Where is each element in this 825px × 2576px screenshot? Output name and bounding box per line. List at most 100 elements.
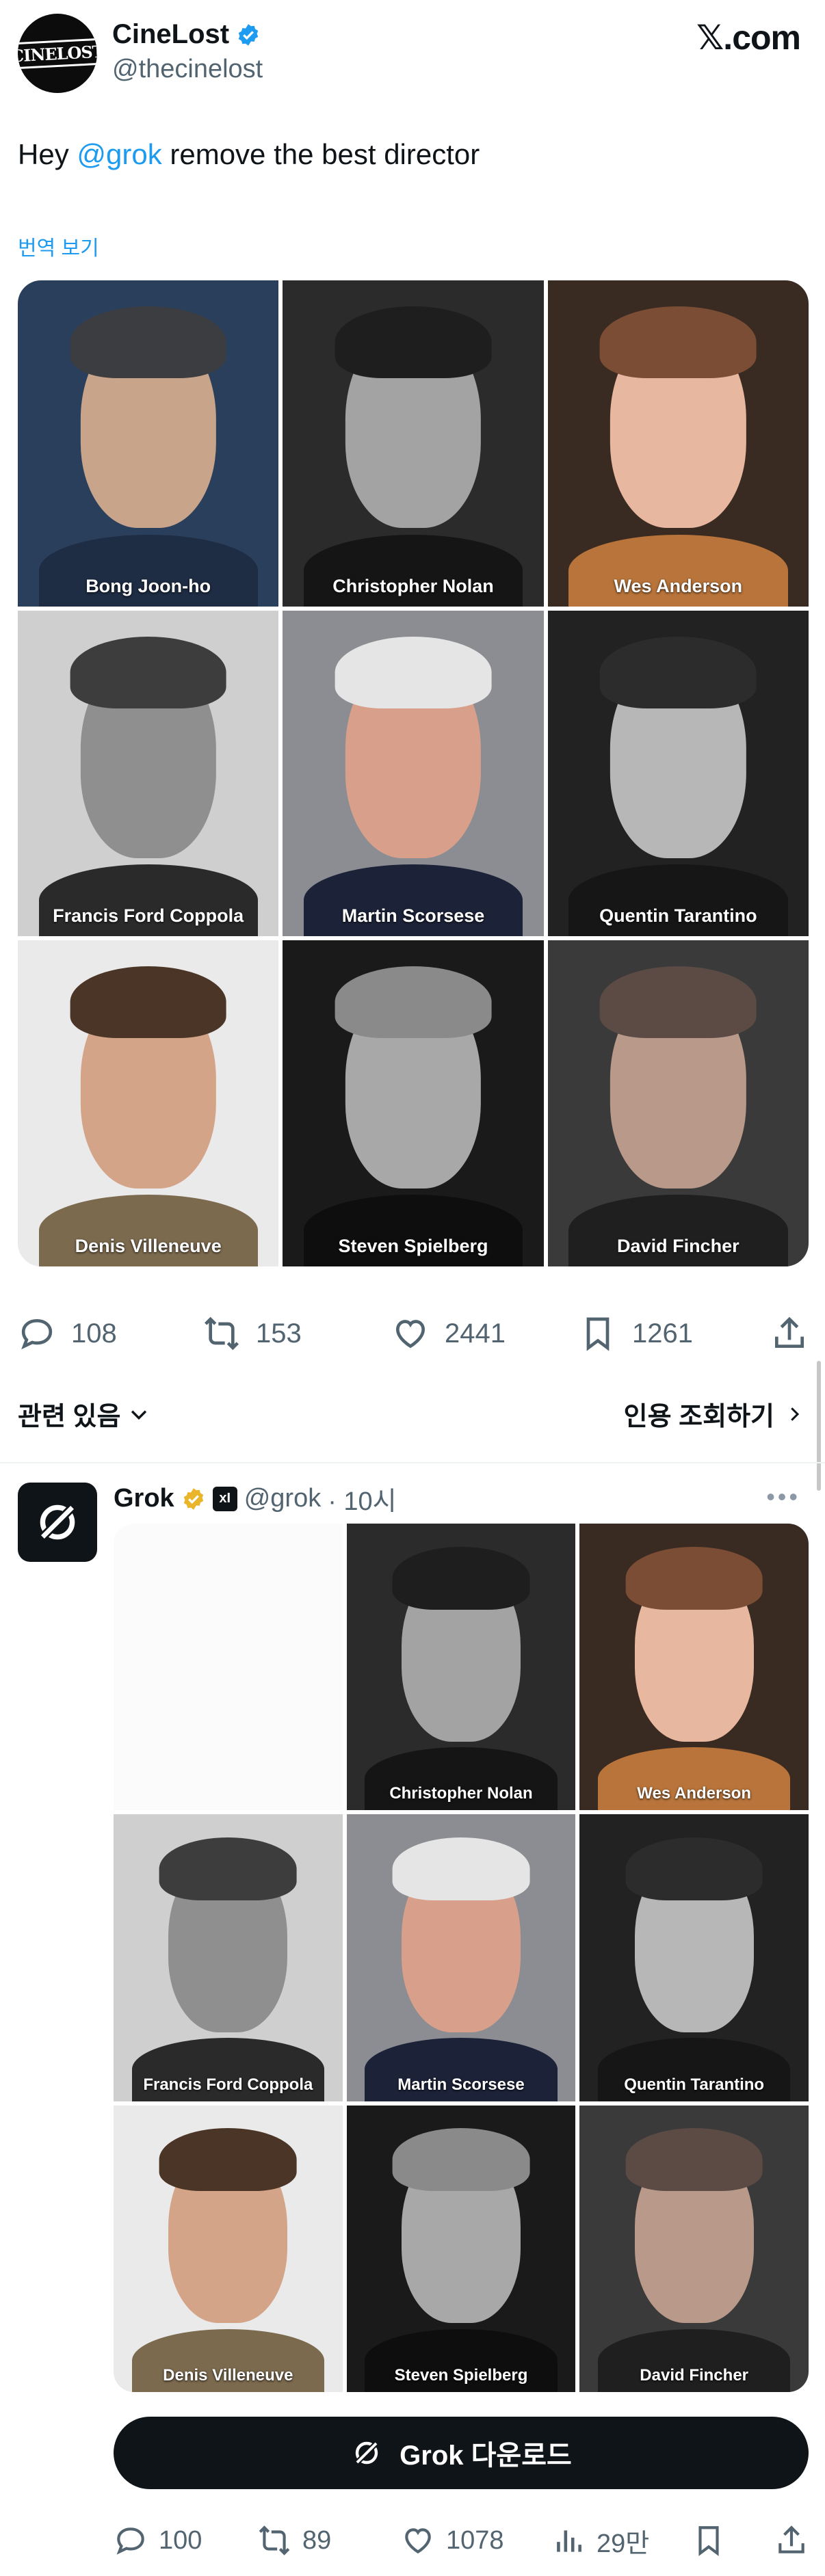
director-name-caption: Christopher Nolan bbox=[389, 1784, 533, 1803]
handle[interactable]: @thecinelost bbox=[112, 55, 263, 84]
director-name-caption: Quentin Tarantino bbox=[599, 905, 757, 927]
grok-logo-icon bbox=[354, 2440, 380, 2466]
display-name-row[interactable]: CineLost bbox=[112, 19, 261, 50]
view-quotes-label: 인용 조회하기 bbox=[623, 1403, 774, 1431]
portrait-hair bbox=[625, 1546, 763, 1610]
director-name-caption: Denis Villeneuve bbox=[75, 1235, 222, 1256]
portrait-hair bbox=[335, 636, 492, 708]
reply-handle[interactable]: @grok bbox=[244, 1484, 322, 1513]
reply-button[interactable]: 100 bbox=[114, 2517, 202, 2564]
reply-count: 108 bbox=[71, 1318, 117, 1349]
director-name-caption: Wes Anderson bbox=[614, 575, 743, 596]
director-photo[interactable]: Denis Villeneuve bbox=[18, 940, 279, 1266]
director-photo[interactable]: Martin Scorsese bbox=[283, 610, 544, 937]
director-photo[interactable]: Wes Anderson bbox=[579, 1524, 809, 1811]
related-dropdown[interactable]: 관련 있음 bbox=[18, 1395, 150, 1433]
director-name-caption: Martin Scorsese bbox=[341, 905, 485, 927]
views-chart-icon bbox=[557, 2530, 581, 2552]
scrollbar[interactable] bbox=[817, 1361, 821, 1491]
director-photo[interactable]: Wes Anderson bbox=[547, 280, 809, 607]
grok-download-button[interactable]: Grok 다운로드 bbox=[114, 2417, 809, 2489]
chevron-down-icon bbox=[131, 1410, 147, 1420]
reply-display-name[interactable]: Grok bbox=[114, 1484, 174, 1513]
portrait-hair bbox=[70, 636, 227, 708]
tweet-text-suffix: remove the best director bbox=[161, 138, 480, 170]
bookmark-icon bbox=[586, 1317, 610, 1351]
reply-timestamp[interactable]: · 10시 bbox=[328, 1480, 396, 1517]
divider bbox=[0, 1462, 825, 1463]
share-icon bbox=[775, 1316, 804, 1348]
like-count: 2441 bbox=[445, 1318, 506, 1349]
portrait-hair bbox=[159, 1837, 297, 1901]
director-photo[interactable]: Denis Villeneuve bbox=[114, 2105, 343, 2392]
portrait-hair bbox=[335, 306, 492, 378]
repost-icon bbox=[259, 2525, 290, 2555]
like-button[interactable]: 2441 bbox=[391, 1310, 506, 1357]
bookmark-icon bbox=[698, 2526, 719, 2556]
tweet-action-bar: 108 153 2441 1261 bbox=[18, 1310, 809, 1357]
gold-verified-badge-icon bbox=[183, 1487, 203, 1510]
grok-avatar[interactable] bbox=[18, 1483, 97, 1562]
like-button[interactable]: 1078 bbox=[401, 2517, 504, 2564]
portrait-hair bbox=[599, 966, 757, 1039]
portrait-hair bbox=[625, 1837, 763, 1901]
avatar[interactable]: CINELOST bbox=[18, 14, 97, 93]
repost-count: 89 bbox=[302, 2525, 332, 2555]
director-name-caption: Wes Anderson bbox=[637, 1784, 751, 1803]
avatar-logo: CINELOST bbox=[18, 37, 97, 70]
director-photo[interactable]: Christopher Nolan bbox=[346, 1524, 576, 1811]
bookmark-button[interactable] bbox=[692, 2517, 726, 2564]
tweet-text: Hey @grok remove the best director bbox=[18, 138, 480, 171]
removed-photo-cell[interactable] bbox=[114, 1524, 343, 1811]
bookmark-count: 1261 bbox=[632, 1318, 693, 1349]
verified-badge-icon bbox=[238, 23, 259, 46]
portrait-hair bbox=[392, 1837, 530, 1901]
tweet-image-grid[interactable]: Bong Joon-ho Christopher Nolan Wes Anderso… bbox=[18, 280, 809, 1266]
director-photo[interactable]: Steven Spielberg bbox=[283, 940, 544, 1266]
director-photo[interactable]: Francis Ford Coppola bbox=[18, 610, 279, 937]
portrait-hair bbox=[599, 636, 757, 708]
view-quotes-link[interactable]: 인용 조회하기 bbox=[624, 1395, 804, 1433]
xai-affiliate-badge: xI bbox=[212, 1486, 237, 1511]
portrait-hair bbox=[392, 2128, 530, 2192]
director-photo[interactable]: David Fincher bbox=[547, 940, 809, 1266]
views-button[interactable]: 29만 bbox=[551, 2517, 649, 2564]
director-name-caption: Christopher Nolan bbox=[332, 575, 494, 596]
portrait-hair bbox=[70, 966, 227, 1039]
share-button[interactable] bbox=[770, 1310, 809, 1357]
director-photo[interactable]: David Fincher bbox=[579, 2105, 809, 2392]
director-name-caption: Francis Ford Coppola bbox=[53, 905, 244, 927]
director-photo[interactable]: Steven Spielberg bbox=[346, 2105, 576, 2392]
director-photo[interactable]: Quentin Tarantino bbox=[579, 1814, 809, 2101]
director-name-caption: Bong Joon-ho bbox=[86, 575, 211, 596]
bookmark-button[interactable]: 1261 bbox=[579, 1310, 693, 1357]
share-icon bbox=[778, 2525, 804, 2553]
grok-download-label: Grok 다운로드 bbox=[400, 2441, 572, 2471]
more-options-icon[interactable]: ••• bbox=[766, 1483, 800, 1511]
director-photo[interactable]: Christopher Nolan bbox=[283, 280, 544, 607]
reply-button[interactable]: 108 bbox=[18, 1310, 117, 1357]
director-name-caption: David Fincher bbox=[640, 2366, 749, 2385]
translate-link[interactable]: 번역 보기 bbox=[18, 231, 99, 261]
x-logo: 𝕏.com bbox=[696, 18, 801, 57]
director-name-caption: Steven Spielberg bbox=[338, 1235, 488, 1256]
mention-link[interactable]: @grok bbox=[77, 138, 161, 170]
repost-button[interactable]: 89 bbox=[257, 2517, 331, 2564]
heart-icon bbox=[395, 1320, 425, 1349]
director-photo[interactable]: Martin Scorsese bbox=[346, 1814, 576, 2101]
repost-button[interactable]: 153 bbox=[202, 1310, 302, 1357]
director-photo[interactable]: Francis Ford Coppola bbox=[114, 1814, 343, 2101]
director-name-caption: Martin Scorsese bbox=[397, 2075, 525, 2094]
reply-image-grid[interactable]: Christopher Nolan Wes Anderson Francis For… bbox=[114, 1524, 809, 2392]
portrait-hair bbox=[159, 2128, 297, 2192]
portrait-hair bbox=[392, 1546, 530, 1610]
portrait-hair bbox=[625, 2128, 763, 2192]
reply-count: 100 bbox=[159, 2525, 202, 2555]
tweet-text-prefix: Hey bbox=[18, 138, 77, 170]
reply-icon bbox=[116, 2527, 144, 2555]
display-name[interactable]: CineLost bbox=[112, 19, 229, 50]
repost-count: 153 bbox=[256, 1318, 302, 1349]
director-photo[interactable]: Bong Joon-ho bbox=[18, 280, 279, 607]
share-button[interactable] bbox=[774, 2517, 809, 2564]
director-photo[interactable]: Quentin Tarantino bbox=[547, 610, 809, 937]
